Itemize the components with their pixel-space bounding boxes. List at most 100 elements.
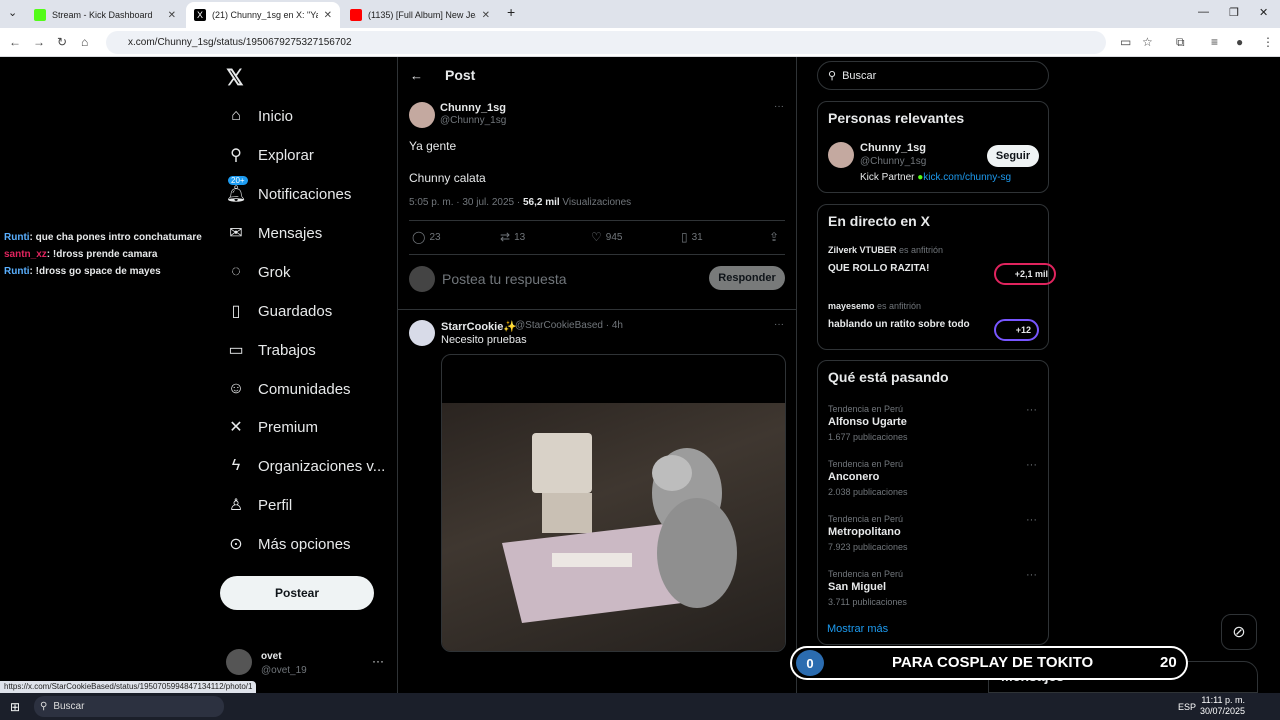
nav-item-explorar[interactable]: ⚲ Explorar — [226, 140, 314, 170]
live-title[interactable]: hablando un ratito sobre todo — [828, 319, 970, 330]
tab-list-icon[interactable]: ⌄ — [8, 6, 17, 19]
bookmark-star-icon[interactable]: ☆ — [1142, 35, 1153, 49]
taskbar-search-label: Buscar — [53, 701, 85, 712]
post-button[interactable]: Postear — [220, 576, 374, 610]
nav-item-perfil[interactable]: ♙ Perfil — [226, 490, 292, 520]
share-action[interactable]: ⇪ — [769, 230, 783, 244]
author-avatar[interactable] — [409, 102, 435, 128]
back-icon[interactable]: ← — [9, 35, 21, 49]
nav-item-inicio[interactable]: ⌂ Inicio — [226, 101, 293, 131]
post-timestamp[interactable]: 5:05 p. m. · 30 jul. 2025 · — [409, 197, 523, 208]
account-switcher[interactable]: ovet @ovet_19 ··· — [226, 649, 386, 679]
live-title[interactable]: QUE ROLLO RAZITA! — [828, 263, 929, 274]
taskbar-search[interactable]: ⚲ Buscar — [34, 696, 224, 717]
reply-action[interactable]: ◯ 23 — [412, 230, 441, 244]
trend-item[interactable]: Tendencia en Perú San Miguel 3.711 publica… — [828, 569, 1040, 619]
tab-kick[interactable]: Stream - Kick Dashboard ✕ — [26, 2, 184, 28]
cast-icon[interactable]: ▭ — [1120, 35, 1131, 49]
reply-author-name[interactable]: StarrCookie✨ — [441, 320, 517, 333]
trend-count: 3.711 publicaciones — [828, 597, 907, 607]
show-more-link[interactable]: Mostrar más — [827, 623, 888, 635]
bookmark-action[interactable]: ▯ 31 — [681, 230, 703, 244]
search-icon: ⚲ — [40, 701, 48, 712]
windows-start-icon[interactable]: ⊞ — [10, 700, 20, 714]
x-logo-icon[interactable]: 𝕏 — [226, 65, 244, 91]
like-action[interactable]: ♡ 945 — [591, 230, 622, 244]
live-listeners[interactable]: +12 — [994, 319, 1039, 341]
relevant-people-card: Personas relevantes Chunny_1sg @Chunny_1… — [817, 101, 1049, 193]
maximize-icon[interactable]: ❐ — [1229, 6, 1239, 19]
tab-youtube[interactable]: (1135) [Full Album] New Jea ✕ — [342, 2, 498, 28]
account-name: ovet — [261, 651, 282, 662]
trend-item[interactable]: Tendencia en Perú Metropolitano 7.923 publ… — [828, 514, 1040, 564]
new-tab-icon[interactable]: + — [507, 4, 515, 20]
nav-item-mensajes[interactable]: ✉ Mensajes — [226, 218, 322, 248]
live-listeners[interactable]: +2,1 mil — [994, 263, 1056, 285]
reading-list-icon[interactable]: ≡ — [1211, 35, 1218, 49]
follow-button[interactable]: Seguir — [987, 145, 1039, 167]
nav-label: Organizaciones v... — [258, 457, 386, 475]
url-field[interactable]: x.com/Chunny_1sg/status/1950679275327156… — [106, 31, 1106, 54]
briefcase-icon: ▭ — [228, 342, 244, 359]
language-indicator[interactable]: ESP — [1178, 702, 1196, 712]
extensions-icon[interactable]: ⧉ — [1176, 35, 1185, 50]
repost-action[interactable]: ⇄ 13 — [500, 230, 525, 244]
trend-name: San Miguel — [828, 581, 887, 593]
author-handle[interactable]: @Chunny_1sg — [440, 115, 506, 126]
author-name[interactable]: Chunny_1sg — [440, 102, 506, 114]
reply-button[interactable]: Responder — [709, 266, 785, 290]
grok-icon[interactable]: ⊘ — [1221, 614, 1257, 650]
profile-icon[interactable]: ● — [1236, 35, 1243, 49]
nav-item-organizaciones[interactable]: ϟ Organizaciones v... — [226, 451, 386, 481]
tab-title: (1135) [Full Album] New Jea — [368, 10, 476, 20]
minimize-icon[interactable]: — — [1198, 6, 1209, 18]
nav-item-grok[interactable]: ◌ Grok — [226, 257, 290, 287]
bio-link[interactable]: kick.com/chunny-sg — [923, 172, 1011, 183]
reload-icon[interactable]: ↻ — [57, 35, 67, 49]
more-icon[interactable]: ··· — [1026, 459, 1037, 471]
repost-count: 13 — [514, 231, 526, 243]
more-icon[interactable]: ··· — [774, 319, 784, 330]
more-icon[interactable]: ··· — [1026, 514, 1037, 526]
more-icon[interactable]: ··· — [774, 101, 784, 112]
clock-time: 11:11 p. m. — [1201, 695, 1246, 705]
nav-item-notificaciones[interactable]: 🔔︎ 20+ Notificaciones — [226, 176, 351, 209]
close-icon[interactable]: ✕ — [168, 10, 176, 21]
reply-input[interactable]: Postea tu respuesta — [442, 271, 567, 287]
reply-text: Necesito pruebas — [441, 334, 527, 346]
trend-name: Anconero — [828, 471, 880, 483]
nav-item-comunidades[interactable]: ☺ Comunidades — [226, 374, 351, 404]
forward-icon[interactable]: → — [33, 35, 45, 49]
trend-category: Tendencia en Perú — [828, 569, 904, 579]
menu-icon[interactable]: ⋮ — [1262, 35, 1274, 49]
nav-item-premium[interactable]: ✕ Premium — [226, 412, 318, 442]
back-arrow-icon[interactable]: ← — [410, 68, 423, 83]
relevant-handle[interactable]: @Chunny_1sg — [860, 156, 926, 167]
more-icon[interactable]: ··· — [1026, 569, 1037, 581]
trend-item[interactable]: Tendencia en Perú Anconero 2.038 publicaci… — [828, 459, 1040, 509]
nav-item-trabajos[interactable]: ▭ Trabajos — [226, 335, 315, 365]
cat-at-computer-image[interactable] — [442, 403, 785, 651]
tab-x[interactable]: X (21) Chunny_1sg en X: "Ya gente ✕ — [186, 2, 340, 28]
relevant-name[interactable]: Chunny_1sg — [860, 142, 926, 154]
close-icon[interactable]: ✕ — [324, 10, 332, 21]
reply-author-avatar[interactable] — [409, 320, 435, 346]
divider — [398, 309, 796, 310]
grok-icon: ◌ — [231, 263, 241, 280]
clock[interactable]: 11:11 p. m. 30/07/2025 — [1200, 695, 1245, 717]
taskbar: ⊞ ⚲ Buscar ESP 11:11 p. m. 30/07/2025 — [0, 693, 1280, 720]
more-icon[interactable]: ··· — [1026, 404, 1037, 416]
reply-author-handle[interactable]: @StarCookieBased · 4h — [515, 320, 623, 331]
search-input[interactable]: ⚲ Buscar — [817, 61, 1049, 90]
live-card: En directo en X Zilverk VTUBER es anfitr… — [817, 204, 1056, 350]
avatar[interactable] — [828, 142, 854, 168]
reply-media[interactable] — [441, 354, 786, 652]
nav-item-guardados[interactable]: ▯ Guardados — [226, 296, 333, 326]
close-icon[interactable]: ✕ — [482, 10, 490, 21]
nav-item-mas-opciones[interactable]: ⊙ Más opciones — [226, 529, 350, 559]
chat-user: santn_xz — [4, 249, 47, 260]
trend-item[interactable]: Tendencia en Perú Alfonso Ugarte 1.677 pub… — [828, 404, 1040, 454]
close-window-icon[interactable]: ✕ — [1259, 6, 1268, 19]
home-icon[interactable]: ⌂ — [81, 35, 88, 49]
bookmark-icon: ▯ — [681, 230, 688, 244]
